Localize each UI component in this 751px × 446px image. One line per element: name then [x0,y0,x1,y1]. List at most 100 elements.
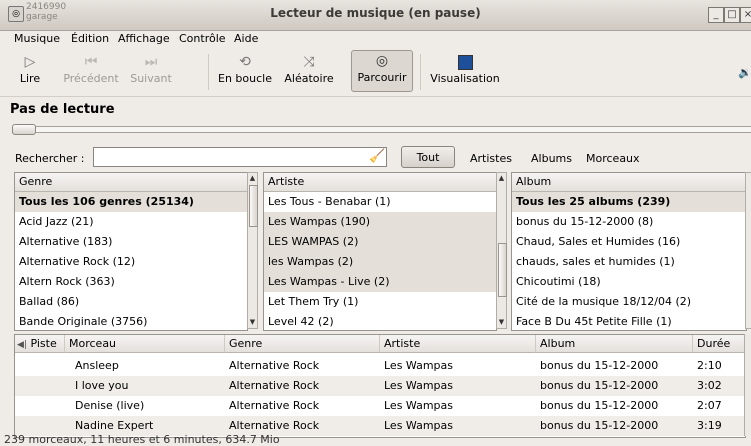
track-artist: Les Wampas [384,359,454,372]
volume-icon[interactable]: 🔉 [738,66,751,79]
visualization-icon [428,52,502,72]
play-label: Lire [19,72,41,85]
genre-column-header[interactable]: Genre [15,173,247,192]
previous-button[interactable]: ⏮ Précédent [60,52,122,92]
visualization-label: Visualisation [430,72,500,85]
scroll-down-icon[interactable]: ▼ [248,317,257,328]
browse-label: Parcourir [357,71,407,84]
album-row[interactable]: chauds, sales et humides (1) [512,252,746,272]
scroll-up-icon[interactable]: ▲ [248,173,257,184]
album-scrollbar[interactable] [745,172,751,329]
genre-row[interactable]: Alternative (183) [15,232,247,252]
track-genre: Alternative Rock [229,399,320,412]
maximize-button[interactable]: □ [724,7,740,23]
track-duration: 2:07 [697,399,722,412]
next-icon: ⏭ [144,54,158,70]
artist-row[interactable]: LES WAMPAS (2) [264,232,496,252]
table-row[interactable]: I love you Alternative Rock Les Wampas b… [15,376,745,396]
artist-row[interactable]: Level 42 (2) [264,312,496,330]
toolbar: ▷ Lire ⏮ Précédent ⏭ Suivant ⟲ En boucle… [0,48,751,97]
genre-row[interactable]: Ballad (86) [15,292,247,312]
genre-row[interactable]: Bande Originale (3756) [15,312,247,330]
table-row[interactable]: Denise (live) Alternative Rock Les Wampa… [15,396,745,416]
next-button[interactable]: ⏭ Suivant [126,52,176,92]
album-row[interactable]: Chaud, Sales et Humides (16) [512,232,746,252]
artist-column-header[interactable]: Artiste [264,173,496,192]
album-row[interactable]: Face B Du 45t Petite Fille (1) [512,312,746,330]
artist-row[interactable]: les Wampas (2) [264,252,496,272]
close-button[interactable]: × [740,7,751,23]
search-input[interactable] [93,147,387,167]
albums-filter-button[interactable]: Albums [531,152,572,165]
menu-edition[interactable]: Édition [71,32,109,45]
tracks-filter-button[interactable]: Morceaux [586,152,640,165]
genre-scrollbar[interactable]: ▲ ▼ [247,172,258,329]
shuffle-button[interactable]: ⤨ Aléatoire [281,52,337,92]
artist-row[interactable]: Les Tous - Benabar (1) [264,192,496,212]
track-genre: Alternative Rock [229,379,320,392]
status-bar: 239 morceaux, 11 heures et 6 minutes, 63… [4,433,280,446]
clear-search-icon[interactable]: 🧹 [369,149,385,164]
track-album: bonus du 15-12-2000 [540,379,659,392]
artist-row[interactable]: Let Them Try (1) [264,292,496,312]
album-row[interactable]: Cité de la musique 18/12/04 (2) [512,292,746,312]
album-column-header[interactable]: Album [512,173,746,192]
menu-musique[interactable]: Musique [14,32,60,45]
menu-controle[interactable]: Contrôle [179,32,226,45]
track-duration: 2:10 [697,359,722,372]
menu-aide[interactable]: Aide [234,32,258,45]
seek-bar[interactable] [12,126,751,133]
album-row[interactable]: Chicoutimi (18) [512,272,746,292]
track-title: Ansleep [75,359,119,372]
toolbar-separator [420,54,421,90]
column-header-label: Piste [30,337,57,350]
album-pane: Album Tous les 25 albums (239) bonus du … [511,172,747,331]
play-button[interactable]: ▷ Lire [8,52,52,92]
genre-row[interactable]: Alternative Rock (12) [15,252,247,272]
browse-icon: ◎ [375,53,389,69]
scroll-down-icon[interactable]: ▼ [497,317,506,328]
all-filter-button[interactable]: Tout [401,146,455,168]
artists-filter-button[interactable]: Artistes [470,152,512,165]
track-title: Denise (live) [75,399,145,412]
previous-label: Précédent [63,72,119,85]
genre-row[interactable]: Altern Rock (363) [15,272,247,292]
scroll-thumb[interactable] [498,243,507,297]
track-artist: Les Wampas [384,419,454,432]
column-header-genre[interactable]: Genre [225,335,380,353]
column-header-track-number[interactable]: ◀| Piste [15,335,65,353]
track-duration: 3:19 [697,419,722,432]
next-label: Suivant [130,72,172,85]
scroll-thumb[interactable] [249,185,258,227]
genre-row[interactable]: Acid Jazz (21) [15,212,247,232]
seek-slider-handle[interactable] [12,124,36,135]
column-header-duration[interactable]: Durée [693,335,745,353]
minimize-button[interactable]: _ [708,7,724,23]
column-header-title[interactable]: Morceau [65,335,225,353]
play-icon: ▷ [24,54,36,70]
column-header-artist[interactable]: Artiste [380,335,536,353]
artist-scrollbar[interactable]: ▲ ▼ [496,172,507,329]
visualization-button[interactable]: Visualisation [428,52,502,92]
scroll-up-icon[interactable]: ▲ [497,173,506,184]
table-row[interactable]: Ansleep Alternative Rock Les Wampas bonu… [15,356,745,376]
track-album: bonus du 15-12-2000 [540,399,659,412]
track-duration: 3:02 [697,379,722,392]
now-playing-label: Pas de lecture [10,102,115,117]
column-header-album[interactable]: Album [536,335,693,353]
previous-icon: ⏮ [84,54,98,70]
window-title: Lecteur de musique (en pause) [270,6,481,20]
repeat-button[interactable]: ⟲ En boucle [216,52,274,92]
artist-row[interactable]: Les Wampas - Live (2) [264,272,496,292]
album-row[interactable]: Tous les 25 albums (239) [512,192,746,212]
shuffle-icon: ⤨ [303,54,315,70]
track-list-scrollbar[interactable] [744,334,751,436]
track-genre: Alternative Rock [229,359,320,372]
artist-row[interactable]: Les Wampas (190) [264,212,496,232]
track-album: bonus du 15-12-2000 [540,419,659,432]
menu-affichage[interactable]: Affichage [118,32,170,45]
genre-row[interactable]: Tous les 106 genres (25134) [15,192,247,212]
browse-button[interactable]: ◎ Parcourir [351,50,413,92]
repeat-label: En boucle [218,72,272,85]
album-row[interactable]: bonus du 15-12-2000 (8) [512,212,746,232]
